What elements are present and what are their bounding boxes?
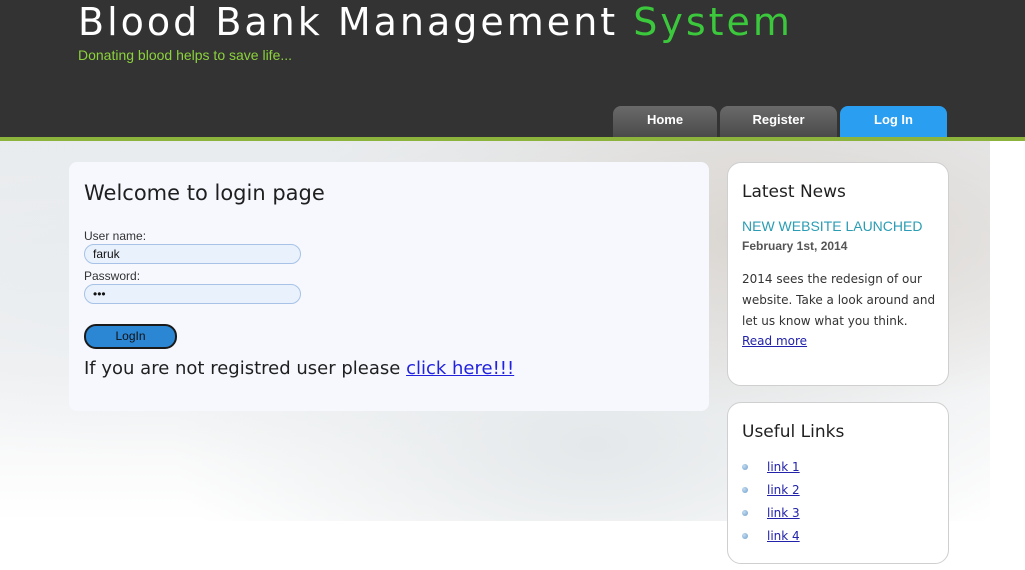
useful-link-4[interactable]: link 4 (767, 529, 800, 543)
register-link[interactable]: click here!!! (406, 358, 514, 379)
bullet-icon (742, 533, 748, 539)
password-label: Password: (84, 269, 141, 283)
username-label: User name: (84, 229, 147, 243)
news-headline[interactable]: NEW WEBSITE LAUNCHED (742, 218, 922, 234)
register-prompt: If you are not registred user please cli… (84, 358, 514, 379)
useful-link-1[interactable]: link 1 (767, 460, 800, 474)
useful-links-panel: Useful Links link 1 link 2 link 3 link 4 (727, 402, 949, 564)
read-more-link[interactable]: Read more (742, 334, 807, 348)
menu-item-register[interactable]: Register (720, 106, 837, 137)
login-panel: Welcome to login page User name: faruk P… (69, 162, 709, 411)
bullet-icon (742, 464, 748, 470)
useful-links-title: Useful Links (742, 422, 845, 442)
bullet-icon (742, 487, 748, 493)
menu-item-login[interactable]: Log In (840, 106, 947, 137)
news-body: 2014 sees the redesign of our website. T… (742, 272, 936, 328)
menu-item-home[interactable]: Home (613, 106, 717, 137)
useful-link-2[interactable]: link 2 (767, 483, 800, 497)
username-input[interactable]: faruk (84, 244, 301, 264)
site-title: Blood Bank Management System (78, 0, 793, 44)
latest-news-title: Latest News (742, 182, 846, 202)
site-title-main: Blood Bank Management (78, 0, 634, 44)
login-button[interactable]: LogIn (84, 324, 177, 349)
bullet-icon (742, 510, 748, 516)
useful-link-3[interactable]: link 3 (767, 506, 800, 520)
login-title: Welcome to login page (84, 181, 325, 205)
news-date: February 1st, 2014 (742, 239, 848, 253)
site-title-accent: System (633, 0, 793, 44)
latest-news-panel: Latest News NEW WEBSITE LAUNCHED Februar… (727, 162, 949, 386)
site-header: Blood Bank Management System Donating bl… (0, 0, 1025, 141)
site-slogan: Donating blood helps to save life... (78, 47, 293, 63)
register-prompt-text: If you are not registred user please (84, 358, 407, 379)
password-input[interactable]: ••• (84, 284, 301, 304)
